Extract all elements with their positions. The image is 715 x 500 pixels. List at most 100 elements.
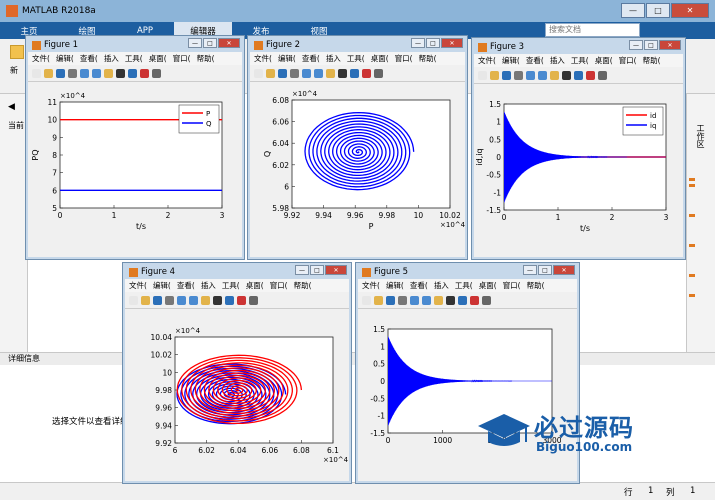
toolbar-icon[interactable] — [410, 295, 419, 305]
toolbar-icon[interactable] — [141, 295, 150, 305]
toolbar-icon[interactable] — [326, 68, 335, 78]
toolbar-icon[interactable] — [374, 68, 383, 78]
menu-item[interactable]: 文件( — [32, 53, 50, 64]
toolbar-icon[interactable] — [249, 295, 258, 305]
toolbar-icon[interactable] — [225, 295, 234, 305]
close-button[interactable]: ✕ — [325, 265, 347, 275]
toolbar-icon[interactable] — [598, 70, 607, 80]
toolbar-icon[interactable] — [398, 295, 407, 305]
menu-item[interactable]: 窗口( — [270, 280, 288, 291]
toolbar-icon[interactable] — [434, 295, 443, 305]
minimize-button[interactable]: — — [295, 265, 309, 275]
maximize-button[interactable]: □ — [310, 265, 324, 275]
menu-item[interactable]: 插入 — [201, 280, 216, 291]
menu-item[interactable]: 工具( — [455, 280, 473, 291]
toolbar-icon[interactable] — [490, 70, 499, 80]
toolbar-icon[interactable] — [374, 295, 383, 305]
menu-item[interactable]: 查看( — [80, 53, 98, 64]
toolbar-icon[interactable] — [254, 68, 263, 78]
menu-item[interactable]: 查看( — [526, 55, 544, 66]
toolbar-icon[interactable] — [478, 70, 487, 80]
new-script-icon[interactable] — [10, 45, 24, 59]
menu-item[interactable]: 工具( — [347, 53, 365, 64]
toolbar-icon[interactable] — [116, 68, 125, 78]
menu-item[interactable]: 帮助( — [197, 53, 215, 64]
toolbar-icon[interactable] — [562, 70, 571, 80]
toolbar-icon[interactable] — [538, 70, 547, 80]
menu-item[interactable]: 文件( — [129, 280, 147, 291]
toolbar-icon[interactable] — [177, 295, 186, 305]
toolbar-icon[interactable] — [128, 68, 137, 78]
toolbar-icon[interactable] — [550, 70, 559, 80]
toolbar-icon[interactable] — [266, 68, 275, 78]
toolbar-icon[interactable] — [92, 68, 101, 78]
search-input[interactable]: 搜索文档 — [545, 23, 640, 37]
menu-item[interactable]: 查看( — [302, 53, 320, 64]
menu-item[interactable]: 桌面( — [371, 53, 389, 64]
figure-window-3[interactable]: Figure 3 — □ ✕ 文件(编辑(查看(插入 工具(桌面(窗口(帮助( 0… — [471, 37, 686, 260]
menu-item[interactable]: 窗口( — [503, 280, 521, 291]
menu-item[interactable]: 查看( — [410, 280, 428, 291]
minimize-button[interactable]: — — [621, 3, 645, 18]
menu-item[interactable]: 帮助( — [527, 280, 545, 291]
menu-item[interactable]: 桌面( — [149, 53, 167, 64]
menu-item[interactable]: 桌面( — [246, 280, 264, 291]
toolbar-icon[interactable] — [586, 70, 595, 80]
toolbar-icon[interactable] — [422, 295, 431, 305]
menu-item[interactable]: 查看( — [177, 280, 195, 291]
maximize-button[interactable]: □ — [646, 3, 670, 18]
maximize-button[interactable]: □ — [426, 38, 440, 48]
toolbar-icon[interactable] — [44, 68, 53, 78]
toolbar-icon[interactable] — [314, 68, 323, 78]
menu-item[interactable]: 帮助( — [294, 280, 312, 291]
toolbar-icon[interactable] — [362, 295, 371, 305]
toolbar-icon[interactable] — [302, 68, 311, 78]
minimize-button[interactable]: — — [629, 40, 643, 50]
menu-item[interactable]: 编辑( — [153, 280, 171, 291]
menu-item[interactable]: 插入 — [104, 53, 119, 64]
close-button[interactable]: ✕ — [218, 38, 240, 48]
close-button[interactable]: ✕ — [671, 3, 709, 18]
menu-item[interactable]: 编辑( — [502, 55, 520, 66]
close-button[interactable]: ✕ — [553, 265, 575, 275]
toolbar-icon[interactable] — [68, 68, 77, 78]
toolbar-icon[interactable] — [278, 68, 287, 78]
menu-item[interactable]: 工具( — [125, 53, 143, 64]
workspace-label[interactable]: 工作区 — [695, 124, 706, 148]
toolbar-icon[interactable] — [362, 68, 371, 78]
maximize-button[interactable]: □ — [203, 38, 217, 48]
menu-item[interactable]: 窗口( — [619, 55, 637, 66]
menu-item[interactable]: 文件( — [478, 55, 496, 66]
menu-item[interactable]: 窗口( — [173, 53, 191, 64]
close-button[interactable]: ✕ — [441, 38, 463, 48]
toolbar-icon[interactable] — [165, 295, 174, 305]
menu-item[interactable]: 桌面( — [595, 55, 613, 66]
menu-item[interactable]: 插入 — [434, 280, 449, 291]
toolbar-icon[interactable] — [237, 295, 246, 305]
toolbar-icon[interactable] — [574, 70, 583, 80]
menu-item[interactable]: 帮助( — [643, 55, 661, 66]
toolbar-icon[interactable] — [338, 68, 347, 78]
close-button[interactable]: ✕ — [659, 40, 681, 50]
toolbar-icon[interactable] — [514, 70, 523, 80]
menu-item[interactable]: 工具( — [571, 55, 589, 66]
menu-item[interactable]: 桌面( — [479, 280, 497, 291]
toolbar-icon[interactable] — [213, 295, 222, 305]
toolbar-icon[interactable] — [482, 295, 491, 305]
maximize-button[interactable]: □ — [644, 40, 658, 50]
toolbar-icon[interactable] — [290, 68, 299, 78]
toolbar-icon[interactable] — [152, 68, 161, 78]
toolbar-icon[interactable] — [446, 295, 455, 305]
menu-item[interactable]: 文件( — [362, 280, 380, 291]
menu-item[interactable]: 编辑( — [56, 53, 74, 64]
toolbar-icon[interactable] — [104, 68, 113, 78]
toolbar-icon[interactable] — [201, 295, 210, 305]
menu-item[interactable]: 窗口( — [395, 53, 413, 64]
menu-item[interactable]: 插入 — [326, 53, 341, 64]
maximize-button[interactable]: □ — [538, 265, 552, 275]
toolbar-icon[interactable] — [129, 295, 138, 305]
menu-item[interactable]: 编辑( — [278, 53, 296, 64]
menu-item[interactable]: 帮助( — [419, 53, 437, 64]
toolbar-icon[interactable] — [153, 295, 162, 305]
toolbar-icon[interactable] — [140, 68, 149, 78]
